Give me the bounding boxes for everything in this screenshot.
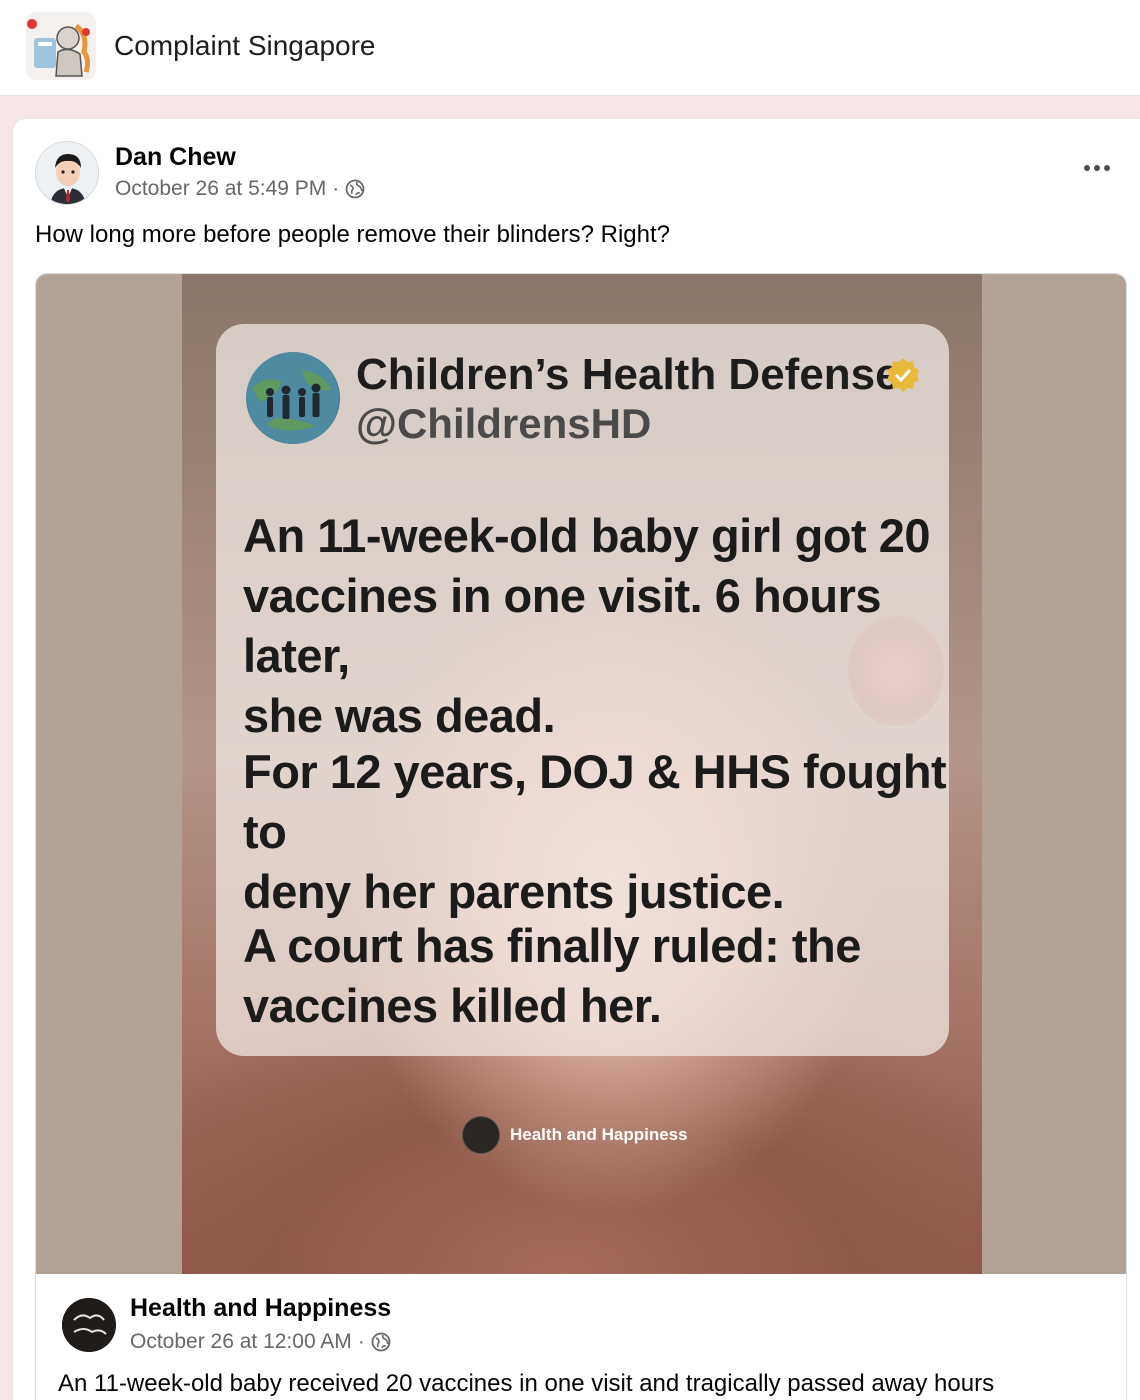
quote-line: An 11-week-old baby girl got 20 bbox=[243, 509, 931, 562]
quote-line: A court has finally ruled: the bbox=[243, 919, 861, 972]
meta-separator: · bbox=[332, 177, 340, 200]
quote-card: Children’s Health Defense @ChildrensHD A… bbox=[216, 324, 949, 1056]
shared-post-text: An 11-week-old baby received 20 vaccines… bbox=[58, 1370, 995, 1397]
image-watermark: Health and Happiness bbox=[462, 1116, 688, 1154]
quote-paragraph-2: For 12 years, DOJ & HHS fought to deny h… bbox=[243, 742, 983, 922]
more-options-icon[interactable] bbox=[1075, 153, 1119, 183]
shared-post[interactable]: Children’s Health Defense @ChildrensHD A… bbox=[35, 273, 1127, 1400]
author-avatar[interactable] bbox=[35, 141, 99, 205]
post-card: Dan Chew October 26 at 5:49 PM · How lon… bbox=[12, 118, 1140, 1400]
watermark-text: Health and Happiness bbox=[510, 1125, 688, 1144]
quote-line: deny her parents justice. bbox=[243, 865, 785, 918]
globe-icon bbox=[371, 1332, 391, 1352]
quote-paragraph-1: An 11-week-old baby girl got 20 vaccines… bbox=[243, 506, 983, 746]
quote-line: she was dead. bbox=[243, 689, 556, 742]
group-name[interactable]: Complaint Singapore bbox=[114, 30, 376, 62]
group-header: Complaint Singapore bbox=[0, 0, 1140, 96]
shared-post-meta: October 26 at 12:00 AM · bbox=[130, 1330, 391, 1354]
quote-line: For 12 years, DOJ & HHS fought to bbox=[243, 745, 947, 858]
verified-badge-icon bbox=[884, 356, 922, 394]
author-name[interactable]: Dan Chew bbox=[115, 143, 236, 172]
shared-author-name[interactable]: Health and Happiness bbox=[130, 1294, 391, 1323]
quote-line: vaccines in one visit. 6 hours later, bbox=[243, 569, 882, 682]
health-happiness-logo-icon bbox=[462, 1116, 500, 1154]
shared-author-avatar[interactable] bbox=[62, 1298, 116, 1352]
post-meta: October 26 at 5:49 PM · bbox=[115, 177, 365, 201]
shared-post-header: Health and Happiness October 26 at 12:00… bbox=[36, 1274, 1126, 1400]
group-illustration-icon[interactable] bbox=[26, 12, 96, 80]
quote-paragraph-3: A court has finally ruled: the vaccines … bbox=[243, 916, 983, 1036]
post-timestamp[interactable]: October 26 at 5:49 PM bbox=[115, 177, 326, 201]
post-text: How long more before people remove their… bbox=[35, 221, 671, 248]
quote-line: vaccines killed her. bbox=[243, 979, 662, 1032]
chd-account-handle: @ChildrensHD bbox=[356, 400, 652, 447]
meta-separator: · bbox=[357, 1330, 365, 1353]
shared-post-timestamp[interactable]: October 26 at 12:00 AM bbox=[130, 1330, 352, 1354]
chd-account-name: Children’s Health Defense bbox=[356, 350, 900, 399]
shared-image[interactable]: Children’s Health Defense @ChildrensHD A… bbox=[36, 274, 1126, 1274]
globe-icon bbox=[345, 179, 365, 199]
chd-logo-icon bbox=[246, 352, 340, 444]
